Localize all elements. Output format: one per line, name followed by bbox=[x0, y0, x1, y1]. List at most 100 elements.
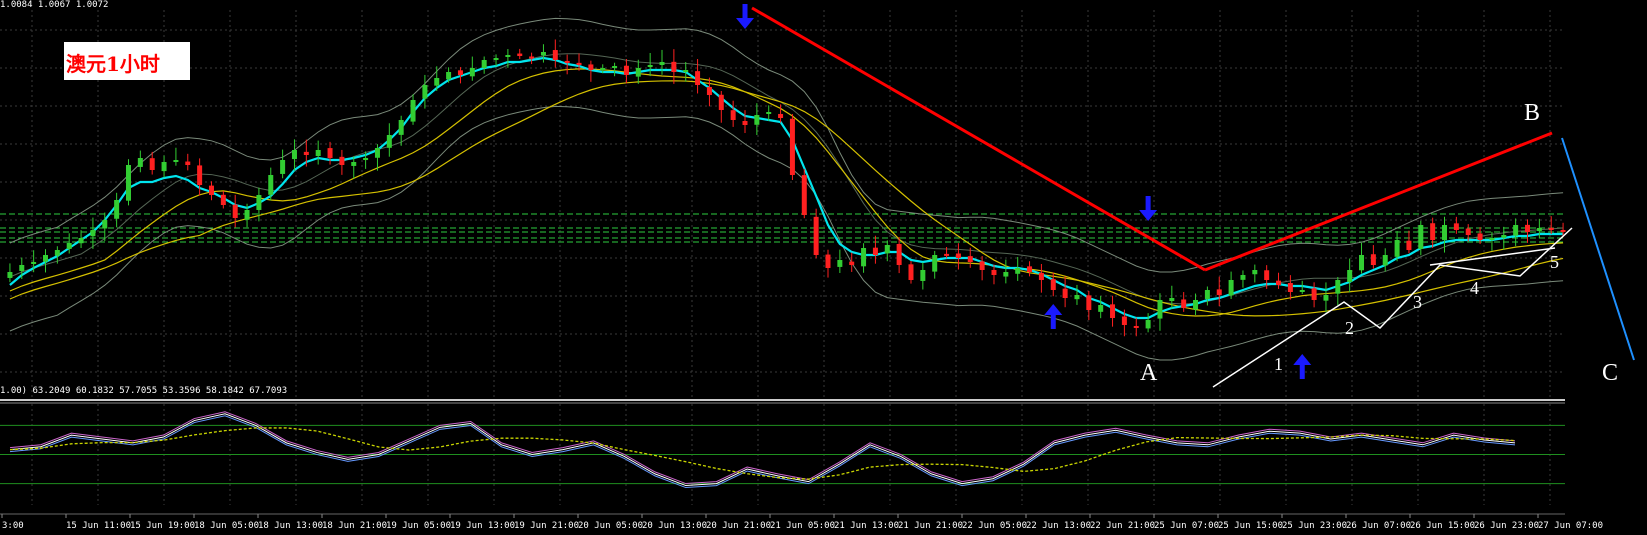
candles bbox=[7, 39, 1566, 337]
candle-body bbox=[244, 210, 250, 220]
wave-count-line bbox=[1212, 227, 1573, 388]
candle-body bbox=[291, 150, 297, 160]
candle-body bbox=[706, 86, 712, 95]
candle-body bbox=[386, 135, 392, 148]
x-tick-label: 27 Jun 07:00 bbox=[1538, 521, 1603, 531]
candle-body bbox=[1027, 266, 1033, 272]
candle-body bbox=[1193, 300, 1199, 310]
wave-label-b: B bbox=[1524, 100, 1541, 126]
candle-body bbox=[1311, 288, 1317, 300]
arrow-shaft bbox=[1050, 315, 1056, 329]
x-tick-label: 22 Jun 05:00 bbox=[962, 521, 1027, 531]
candle-body bbox=[1347, 270, 1353, 282]
moving-averages bbox=[9, 56, 1564, 320]
candle-body bbox=[1335, 280, 1341, 294]
candle-body bbox=[1204, 290, 1210, 299]
chart-title-box: 澳元1小时 bbox=[64, 42, 190, 80]
candle-body bbox=[1181, 299, 1187, 308]
downtrend-line bbox=[751, 6, 1206, 272]
candle-body bbox=[1453, 223, 1459, 230]
upper-band bbox=[9, 17, 1564, 273]
x-tick-label: 25 Jun 23:00 bbox=[1282, 521, 1347, 531]
candle-body bbox=[149, 158, 155, 170]
x-tick-label: 3:00 bbox=[2, 521, 24, 531]
candle-body bbox=[422, 85, 428, 99]
candle-body bbox=[1050, 279, 1056, 290]
candle-body bbox=[256, 195, 262, 210]
candle-body bbox=[991, 269, 997, 275]
x-tick-label: 22 Jun 13:00 bbox=[1026, 521, 1091, 531]
candle-body bbox=[434, 78, 440, 86]
x-tick-label: 26 Jun 15:00 bbox=[1410, 521, 1475, 531]
candle-body bbox=[42, 255, 48, 262]
candle-body bbox=[564, 60, 570, 63]
x-tick-label: 18 Jun 21:00 bbox=[322, 521, 387, 531]
candle-body bbox=[1157, 300, 1163, 319]
candle-body bbox=[813, 216, 819, 255]
candle-body bbox=[955, 253, 961, 258]
x-tick-label: 26 Jun 23:00 bbox=[1474, 521, 1539, 531]
candle-body bbox=[1264, 270, 1270, 280]
chart-root: 3:00 15 Jun 11:00 15 Jun 19:00 18 Jun 05:00… bbox=[0, 0, 1647, 535]
candle-body bbox=[161, 162, 167, 172]
candle-body bbox=[19, 265, 25, 271]
candle-body bbox=[78, 238, 84, 244]
candle-body bbox=[1323, 295, 1329, 301]
candle-body bbox=[825, 254, 831, 268]
candle-body bbox=[1169, 298, 1175, 302]
candle-body bbox=[730, 110, 736, 120]
wave-label-2: 2 bbox=[1345, 318, 1354, 338]
candle-body bbox=[446, 72, 452, 80]
x-tick-label: 19 Jun 05:00 bbox=[386, 521, 451, 531]
candle-body bbox=[884, 245, 890, 254]
candle-body bbox=[896, 244, 902, 265]
fast-ma bbox=[9, 56, 1564, 320]
candle-body bbox=[683, 70, 689, 72]
candle-body bbox=[374, 148, 380, 158]
x-tick-label: 15 Jun 11:00 bbox=[66, 521, 131, 531]
arrow-head bbox=[736, 18, 755, 29]
slow-ma-2 bbox=[9, 80, 1564, 317]
candle-body bbox=[1098, 305, 1104, 312]
candle-body bbox=[1489, 238, 1495, 240]
candle-body bbox=[908, 264, 914, 280]
candle-body bbox=[268, 175, 274, 195]
osc-line-blue bbox=[9, 415, 1516, 489]
candle-body bbox=[220, 194, 226, 205]
candle-body bbox=[967, 256, 973, 262]
x-tick-label: 20 Jun 13:00 bbox=[642, 521, 707, 531]
candle-body bbox=[861, 248, 867, 267]
oscillator-header: 1.00) 63.2049 60.1832 57.7055 53.3596 58… bbox=[0, 386, 288, 396]
wave-label-4: 4 bbox=[1470, 278, 1479, 298]
oscillator-pane bbox=[0, 411, 1565, 489]
candle-body bbox=[1477, 233, 1483, 240]
candle-body bbox=[1145, 320, 1151, 329]
candle-body bbox=[944, 253, 950, 256]
candle-body bbox=[410, 100, 416, 122]
candle-body bbox=[351, 162, 357, 166]
candle-body bbox=[1465, 228, 1471, 235]
candle-body bbox=[1287, 283, 1293, 292]
price-chart: 3:00 15 Jun 11:0015 Jun 19:0018 Jun 05:00… bbox=[0, 4, 1635, 531]
candle-body bbox=[1074, 295, 1080, 300]
candle-body bbox=[1536, 228, 1542, 232]
candle-body bbox=[1382, 255, 1388, 266]
candle-body bbox=[576, 62, 582, 65]
x-tick-label: 19 Jun 21:00 bbox=[514, 521, 579, 531]
candle-body bbox=[612, 66, 618, 68]
candle-body bbox=[778, 113, 784, 118]
x-tick-label: 19 Jun 13:00 bbox=[450, 521, 515, 531]
candle-body bbox=[1442, 225, 1448, 241]
candle-body bbox=[173, 160, 179, 162]
candle-body bbox=[1430, 223, 1436, 240]
chart-title: 澳元1小时 bbox=[66, 52, 160, 76]
candle-body bbox=[920, 270, 926, 281]
candle-body bbox=[481, 60, 487, 68]
candle-body bbox=[1252, 270, 1258, 275]
candle-body bbox=[280, 160, 286, 174]
x-tick-label: 25 Jun 07:00 bbox=[1154, 521, 1219, 531]
candle-body bbox=[742, 121, 748, 125]
candle-body bbox=[66, 243, 72, 249]
arrow-head bbox=[1044, 304, 1063, 315]
wave-label-a: A bbox=[1140, 360, 1158, 386]
